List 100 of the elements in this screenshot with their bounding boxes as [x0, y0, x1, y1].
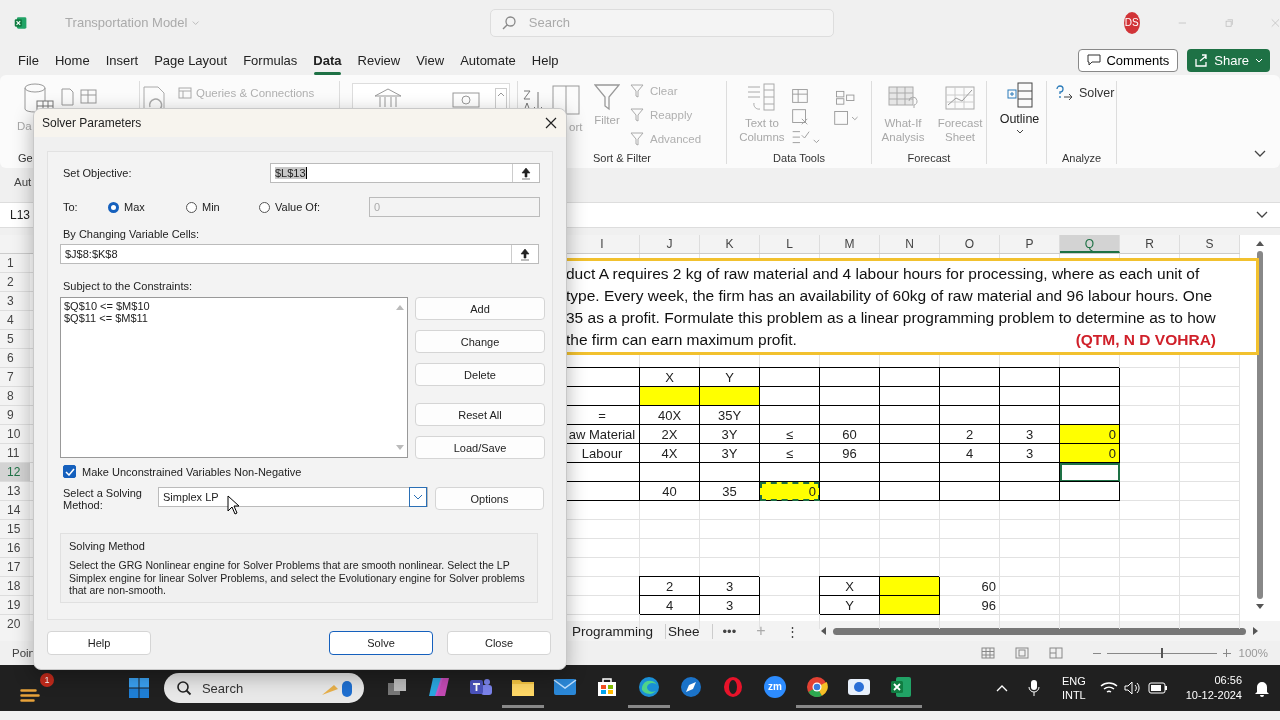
share-icon: [1194, 53, 1209, 67]
row-number[interactable]: 19: [0, 596, 30, 615]
column-header[interactable]: S: [1180, 235, 1240, 253]
ribbon-tab[interactable]: Insert: [97, 48, 147, 72]
column-header[interactable]: Q: [1060, 235, 1120, 253]
filter-icon: [630, 84, 646, 98]
dialog-button[interactable]: Delete: [415, 363, 545, 386]
ribbon-tab[interactable]: File: [10, 48, 47, 72]
solving-method-dropdown[interactable]: Simplex LP: [158, 487, 428, 507]
column-header[interactable]: O: [940, 235, 1000, 253]
column-header[interactable]: K: [700, 235, 760, 253]
ribbon-tab[interactable]: Automate: [452, 48, 524, 72]
row-number[interactable]: 13: [0, 482, 30, 501]
wifi-icon[interactable]: [1099, 681, 1118, 695]
collapse-ribbon-icon[interactable]: [1254, 150, 1266, 158]
column-header[interactable]: R: [1120, 235, 1180, 253]
row-number[interactable]: 1: [0, 254, 30, 273]
row-number[interactable]: 6: [0, 349, 30, 368]
scroll-down-icon[interactable]: [1255, 603, 1265, 611]
close-icon[interactable]: [545, 117, 557, 129]
field-label: Set Objective:: [62, 167, 132, 179]
row-number[interactable]: 14: [0, 501, 30, 520]
language-indicator[interactable]: ENG INTL: [1061, 674, 1086, 702]
start-icon[interactable]: [127, 677, 150, 699]
problem-text-line: type. Every week, the firm has an availability of 60kg of raw material and 96 labour hours. One: [566, 286, 1213, 306]
row-number[interactable]: 8: [0, 387, 30, 406]
table-cell: 2X: [640, 425, 700, 444]
options-button[interactable]: ⋮: [775, 623, 809, 639]
nonnegative-checkbox[interactable]: Make Unconstrained Variables Non-Negative: [60, 465, 546, 478]
column-header[interactable]: J: [640, 235, 700, 253]
search-icon: [175, 680, 192, 696]
variable-cells-field[interactable]: $J$8:$K$8: [60, 244, 539, 264]
name-box[interactable]: L13: [0, 208, 31, 222]
row-number[interactable]: 3: [0, 292, 30, 311]
row-number[interactable]: 17: [0, 558, 30, 577]
field-label: By Changing Variable Cells:: [62, 228, 201, 240]
dialog-button[interactable]: Help: [47, 631, 151, 655]
row-number[interactable]: 11: [0, 444, 30, 463]
notice-text: Aut: [14, 176, 32, 188]
row-number[interactable]: 2: [0, 273, 30, 292]
row-number[interactable]: 12: [0, 463, 30, 482]
ribbon-tab[interactable]: View: [408, 48, 453, 72]
row-number[interactable]: 20: [0, 615, 30, 629]
dialog-button[interactable]: Solve: [329, 631, 433, 655]
normal-view-icon[interactable]: [980, 647, 995, 659]
row-number[interactable]: 4: [0, 311, 30, 330]
column-header[interactable]: N: [880, 235, 940, 253]
info-text: Select the GRG Nonlinear engine for Solver Problems that are smooth nonlinear. Select the LP Simplex engine for linear Solver Problems, and select the Evolutionary engine for Solver problems that are non-smooth.: [69, 559, 526, 597]
sheet-tab[interactable]: Shee: [666, 623, 713, 639]
outline-button[interactable]: Outline: [993, 81, 1046, 134]
row-number[interactable]: 18: [0, 577, 30, 596]
ribbon-tab[interactable]: Formulas: [235, 48, 306, 72]
ribbon-tab[interactable]: Home: [46, 48, 98, 72]
row-number[interactable]: 10: [0, 425, 30, 444]
dialog-button[interactable]: Reset All: [415, 403, 545, 426]
clock[interactable]: 06:56 10-12-2024: [1185, 673, 1242, 703]
share-button[interactable]: Share: [1187, 48, 1270, 72]
group-label: Sort & Filter: [591, 152, 653, 164]
scroll-up-icon[interactable]: [1255, 239, 1265, 247]
ribbon-tab[interactable]: Data: [305, 48, 350, 72]
radio-option[interactable]: Value Of:: [259, 201, 321, 213]
row-number[interactable]: 16: [0, 539, 30, 558]
row-number[interactable]: 15: [0, 520, 30, 539]
constraint-item[interactable]: $Q$10 <= $M$10: [64, 300, 150, 312]
comments-button[interactable]: Comments: [1078, 48, 1179, 72]
user-avatar[interactable]: DS: [1123, 11, 1140, 34]
more-sheets-button[interactable]: •••: [712, 623, 747, 639]
microphone-icon[interactable]: [1027, 679, 1040, 697]
dialog-button[interactable]: Add: [415, 297, 545, 320]
radio-option[interactable]: Min: [186, 201, 259, 213]
line-chart-icon: [944, 83, 976, 113]
constraint-item[interactable]: $Q$11 <= $M$11: [64, 312, 148, 324]
constraints-list[interactable]: $Q$10 <= $M$10 $Q$11 <= $M$11: [60, 297, 408, 458]
zoom-slider-thumb[interactable]: [1160, 647, 1163, 658]
sheet-tab[interactable]: Programming: [570, 623, 667, 639]
ribbon-tab[interactable]: Review: [349, 48, 409, 72]
ribbon-tab[interactable]: Page Layout: [146, 48, 236, 72]
dialog-button[interactable]: Load/Save: [415, 436, 545, 459]
column-header[interactable]: L: [760, 235, 820, 253]
weather-icon[interactable]: [20, 689, 40, 703]
text-columns-icon: [745, 83, 778, 113]
objective-field[interactable]: $L$13: [270, 163, 540, 183]
row-number[interactable]: 5: [0, 330, 30, 349]
taskbar-search-field[interactable]: Search: [163, 673, 364, 703]
row-number[interactable]: 7: [0, 368, 30, 387]
show-hidden-icons-icon[interactable]: [995, 684, 1008, 692]
dialog-button[interactable]: Change: [415, 330, 545, 353]
radio-option[interactable]: Max: [108, 201, 186, 213]
column-header[interactable]: M: [820, 235, 880, 253]
speaker-icon[interactable]: [1123, 681, 1142, 695]
dialog-button[interactable]: Close: [447, 631, 551, 655]
notification-bell-icon[interactable]: [1254, 679, 1270, 697]
table-cell: 4X: [640, 444, 700, 463]
ribbon-tab[interactable]: Help: [523, 48, 567, 72]
row-number[interactable]: 9: [0, 406, 30, 425]
scroll-right-icon[interactable]: [1252, 626, 1260, 636]
expand-formula-bar-icon[interactable]: [1256, 211, 1268, 219]
solver-button[interactable]: Solver: [1055, 81, 1116, 105]
options-button[interactable]: Options: [435, 487, 544, 510]
battery-icon[interactable]: [1147, 682, 1168, 694]
